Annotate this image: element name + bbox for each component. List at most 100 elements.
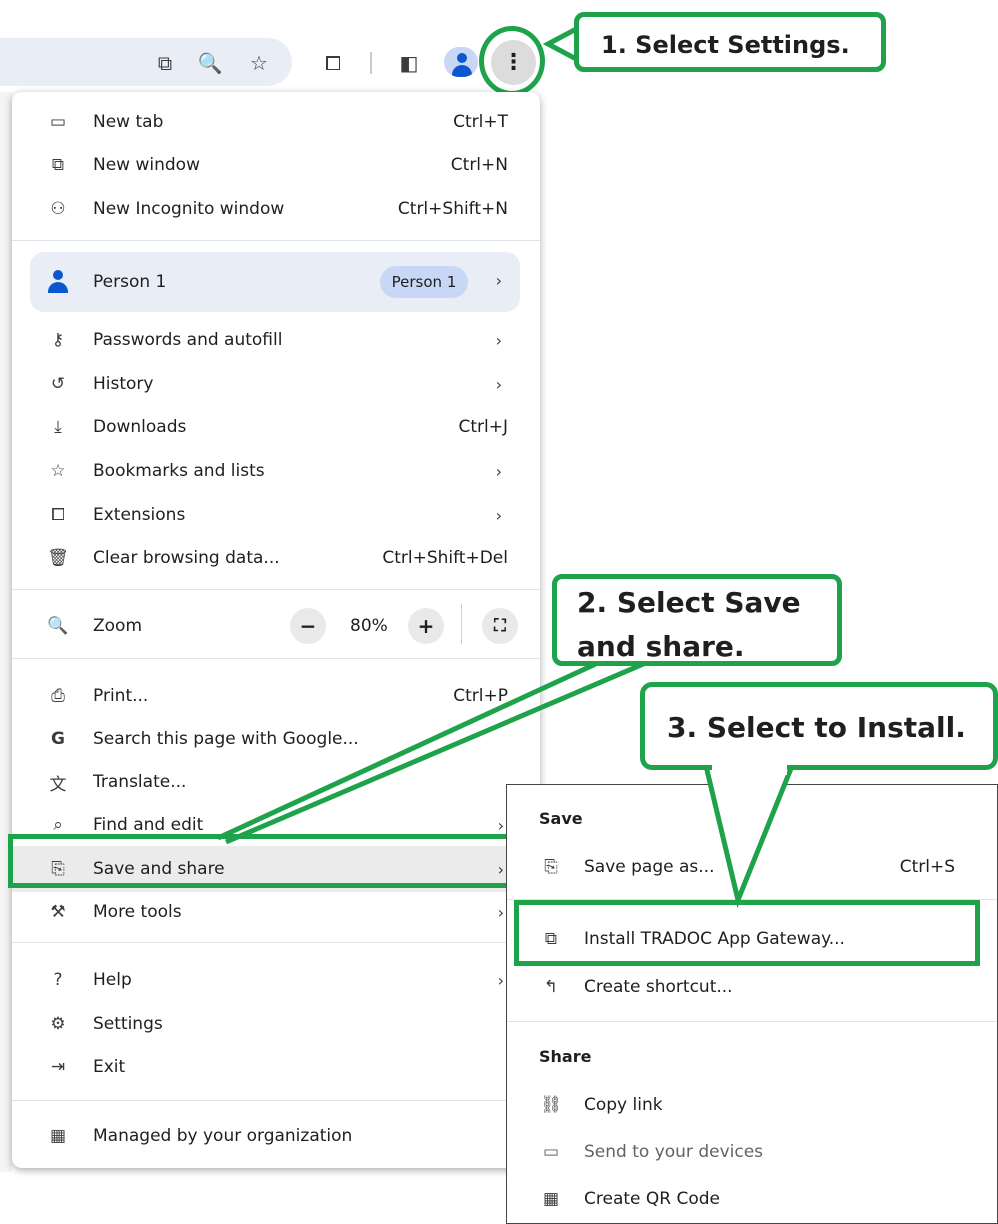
callout-step2-line2: and share. — [577, 630, 745, 663]
submenu-item-qr-code[interactable]: ▦ Create QR Code — [507, 1177, 997, 1221]
chrome-main-menu: ▭ New tab Ctrl+T ⧉ New window Ctrl+N ⚇ N… — [12, 92, 540, 1168]
menu-label: New Incognito window — [93, 199, 285, 219]
profile-avatar-button[interactable] — [444, 47, 478, 77]
submenu-shortcut: Ctrl+S — [899, 857, 955, 877]
help-icon: ? — [53, 970, 63, 990]
menu-shortcut: Ctrl+P — [453, 686, 508, 706]
menu-label: More tools — [93, 902, 182, 922]
google-icon: G — [51, 729, 65, 749]
menu-shortcut: Ctrl+N — [450, 155, 508, 175]
page-edge — [0, 92, 12, 1172]
side-panel-icon[interactable]: ◧ — [394, 48, 424, 78]
shortcut-icon: ↰ — [543, 977, 559, 997]
chevron-right-icon: › — [495, 271, 502, 290]
zoom-icon[interactable]: 🔍 — [195, 48, 225, 78]
submenu-header-save: Save — [539, 809, 583, 828]
extensions-icon[interactable]: ⧠ — [318, 48, 348, 78]
menu-item-passwords[interactable]: ⚷ Passwords and autofill › — [12, 320, 540, 360]
callout-step3: 3. Select to Install. — [640, 682, 998, 770]
menu-item-new-incognito[interactable]: ⚇ New Incognito window Ctrl+Shift+N — [12, 189, 540, 229]
install-app-icon[interactable]: ⧉ — [150, 48, 180, 78]
key-icon: ⚷ — [51, 330, 65, 350]
menu-item-print[interactable]: ⎙ Print... Ctrl+P — [12, 676, 540, 716]
menu-divider — [12, 942, 540, 943]
submenu-item-save-page[interactable]: ⎘ Save page as... Ctrl+S — [507, 845, 997, 889]
submenu-header-share: Share — [539, 1047, 592, 1066]
annotation-box-install — [514, 900, 980, 966]
toolbar-divider — [370, 52, 372, 74]
menu-label: New tab — [93, 112, 164, 132]
menu-label: Passwords and autofill — [93, 330, 283, 350]
menu-item-bookmarks[interactable]: ☆ Bookmarks and lists › — [12, 451, 540, 491]
menu-divider — [12, 658, 540, 659]
zoom-level: 80% — [350, 616, 388, 636]
print-icon: ⎙ — [51, 686, 65, 706]
submenu-label: Create QR Code — [584, 1189, 721, 1209]
zoom-out-button[interactable]: − — [290, 608, 326, 644]
menu-item-settings[interactable]: ⚙ Settings — [12, 1004, 540, 1044]
menu-item-extensions[interactable]: ⧠ Extensions › — [12, 495, 540, 535]
download-icon: ⤓ — [54, 417, 62, 437]
menu-label: Clear browsing data... — [93, 548, 280, 568]
profile-icon-body — [452, 65, 472, 77]
menu-item-history[interactable]: ↺ History › — [12, 364, 540, 404]
menu-shortcut: Ctrl+Shift+N — [397, 199, 508, 219]
menu-item-translate[interactable]: 文 Translate... — [12, 762, 540, 802]
menu-item-more-tools[interactable]: ⚒ More tools › — [12, 892, 540, 932]
menu-shortcut: Ctrl+Shift+Del — [382, 548, 508, 568]
menu-label: Print... — [93, 686, 149, 706]
menu-label: Exit — [93, 1057, 126, 1077]
zoom-icon: 🔍 — [47, 616, 69, 636]
menu-divider — [12, 240, 540, 241]
find-icon: ⌕ — [53, 815, 63, 835]
profile-chip[interactable]: Person 1 — [380, 266, 468, 298]
menu-label: Zoom — [93, 616, 143, 636]
submenu-label: Send to your devices — [584, 1142, 764, 1162]
chevron-right-icon: › — [497, 970, 504, 990]
gear-icon: ⚙ — [50, 1014, 66, 1034]
submenu-item-copy-link[interactable]: ⛓ Copy link — [507, 1083, 997, 1127]
menu-label: New window — [93, 155, 200, 175]
zoom-in-button[interactable]: + — [408, 608, 444, 644]
person-icon — [46, 270, 70, 294]
menu-divider — [12, 1100, 540, 1101]
callout-step1: 1. Select Settings. — [574, 12, 886, 72]
new-window-icon: ⧉ — [51, 155, 65, 175]
submenu-item-send-devices[interactable]: ▭ Send to your devices — [507, 1130, 997, 1174]
menu-item-downloads[interactable]: ⤓ Downloads Ctrl+J — [12, 407, 540, 447]
submenu-item-create-shortcut[interactable]: ↰ Create shortcut... — [507, 965, 997, 1009]
toolbox-icon: ⚒ — [50, 902, 66, 922]
devices-icon: ▭ — [542, 1142, 560, 1162]
pointer-join — [712, 761, 787, 775]
callout-step3-text: 3. Select to Install. — [667, 711, 966, 744]
menu-divider — [12, 589, 540, 590]
menu-item-profile[interactable]: Person 1 Person 1 › — [30, 252, 520, 312]
fullscreen-button[interactable]: ⛶ — [482, 608, 518, 644]
menu-item-new-window[interactable]: ⧉ New window Ctrl+N — [12, 145, 540, 185]
callout-step1-text: 1. Select Settings. — [601, 31, 850, 59]
trash-icon: 🗑 — [47, 548, 69, 568]
history-icon: ↺ — [50, 374, 66, 394]
menu-item-search-google[interactable]: G Search this page with Google... — [12, 719, 540, 759]
menu-shortcut: Ctrl+J — [458, 417, 508, 437]
bookmark-star-icon[interactable]: ☆ — [244, 48, 274, 78]
menu-label: Extensions — [93, 505, 186, 525]
menu-label: History — [93, 374, 154, 394]
chevron-right-icon: › — [495, 330, 502, 350]
annotation-box-save-share — [8, 834, 512, 888]
menu-item-help[interactable]: ? Help › — [12, 960, 540, 1000]
menu-item-clear-data[interactable]: 🗑 Clear browsing data... Ctrl+Shift+Del — [12, 538, 540, 578]
callout-step2-line1: 2. Select Save — [577, 586, 801, 619]
menu-item-managed[interactable]: ▦ Managed by your organization — [12, 1116, 540, 1156]
save-share-submenu: Save ⎘ Save page as... Ctrl+S ⧉ Install … — [506, 784, 998, 1224]
menu-item-exit[interactable]: ⇥ Exit — [12, 1047, 540, 1087]
save-page-icon: ⎘ — [544, 857, 558, 877]
menu-label: Find and edit — [93, 815, 204, 835]
chevron-right-icon: › — [495, 505, 502, 525]
link-icon: ⛓ — [540, 1095, 562, 1115]
zoom-divider — [461, 604, 462, 644]
callout-step2: 2. Select Save and share. — [552, 574, 842, 666]
menu-item-new-tab[interactable]: ▭ New tab Ctrl+T — [12, 102, 540, 142]
menu-label: Help — [93, 970, 132, 990]
chevron-right-icon: › — [497, 902, 504, 922]
